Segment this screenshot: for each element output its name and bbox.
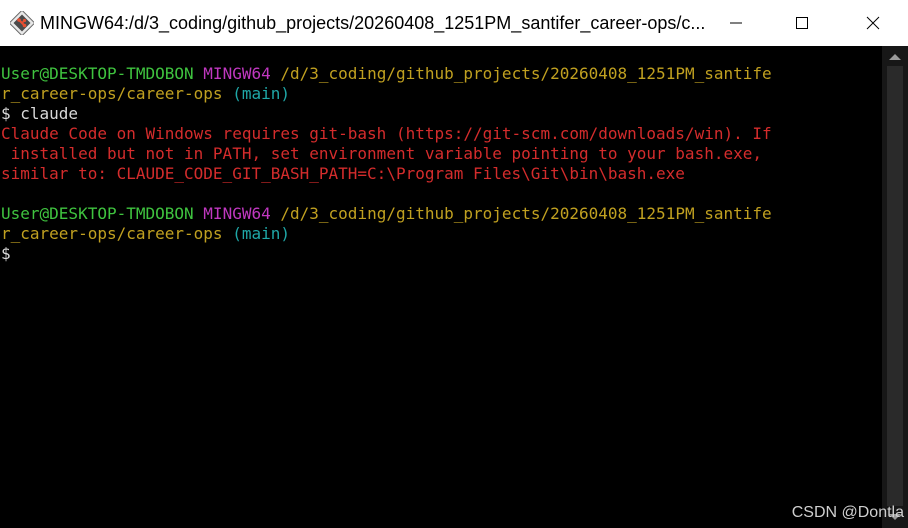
prompt-env: MINGW64 (203, 204, 271, 223)
command-line: $ claude (1, 104, 79, 123)
maximize-icon (796, 17, 808, 29)
prompt-path-cont: r_career-ops/career-ops (1, 224, 223, 243)
minimize-button[interactable] (706, 0, 766, 46)
title-bar[interactable]: MINGW64:/d/3_coding/github_projects/2026… (0, 0, 908, 46)
prompt-env: MINGW64 (203, 64, 271, 83)
close-icon (866, 16, 880, 30)
cursor-prompt[interactable]: $ (1, 244, 11, 264)
git-bash-icon (10, 11, 34, 35)
prompt-path-cont: r_career-ops/career-ops (1, 84, 223, 103)
minimize-icon (730, 22, 742, 24)
terminal-output[interactable]: User@DESKTOP-TMDOBON MINGW64 /d/3_coding… (0, 46, 882, 528)
prompt-branch: (main) (232, 84, 290, 103)
prompt-user: User@DESKTOP-TMDOBON (1, 204, 194, 223)
maximize-button[interactable] (772, 0, 832, 46)
prompt-branch: (main) (232, 224, 290, 243)
prompt-line-2: User@DESKTOP-TMDOBON MINGW64 /d/3_coding… (1, 204, 772, 224)
vertical-scrollbar[interactable] (882, 46, 908, 528)
prompt-line-1-cont: r_career-ops/career-ops (main) (1, 84, 290, 104)
prompt-line-2-cont: r_career-ops/career-ops (main) (1, 224, 290, 244)
scrollbar-thumb[interactable] (887, 66, 903, 506)
error-line: Claude Code on Windows requires git-bash… (1, 124, 772, 143)
close-button[interactable] (838, 0, 908, 46)
prompt-user: User@DESKTOP-TMDOBON (1, 64, 194, 83)
error-line: similar to: CLAUDE_CODE_GIT_BASH_PATH=C:… (1, 164, 685, 183)
prompt-line-1: User@DESKTOP-TMDOBON MINGW64 /d/3_coding… (1, 64, 772, 84)
error-line: installed but not in PATH, set environme… (1, 144, 762, 163)
window-title: MINGW64:/d/3_coding/github_projects/2026… (40, 13, 706, 33)
prompt-path: /d/3_coding/github_projects/20260408_125… (280, 64, 772, 83)
prompt-path: /d/3_coding/github_projects/20260408_125… (280, 204, 772, 223)
scroll-up-arrow-icon[interactable] (889, 54, 901, 60)
watermark: CSDN @Dontla (791, 504, 904, 521)
